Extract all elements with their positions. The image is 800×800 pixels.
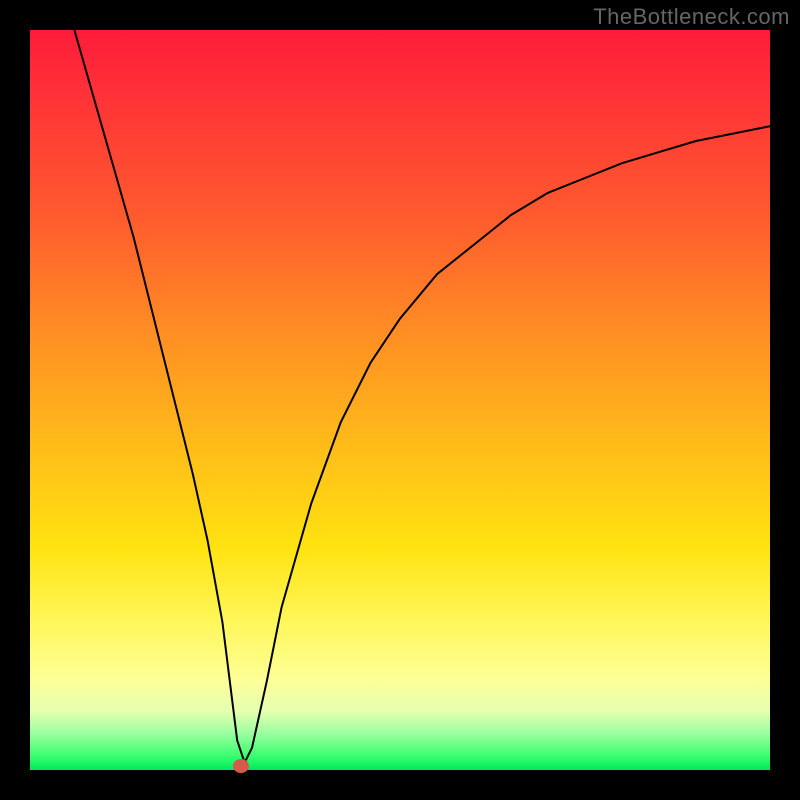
curve-path xyxy=(74,30,770,763)
watermark-text: TheBottleneck.com xyxy=(593,4,790,30)
chart-stage: TheBottleneck.com xyxy=(0,0,800,800)
optimal-point-marker xyxy=(233,759,249,773)
bottleneck-curve xyxy=(30,30,770,770)
plot-area xyxy=(30,30,770,770)
